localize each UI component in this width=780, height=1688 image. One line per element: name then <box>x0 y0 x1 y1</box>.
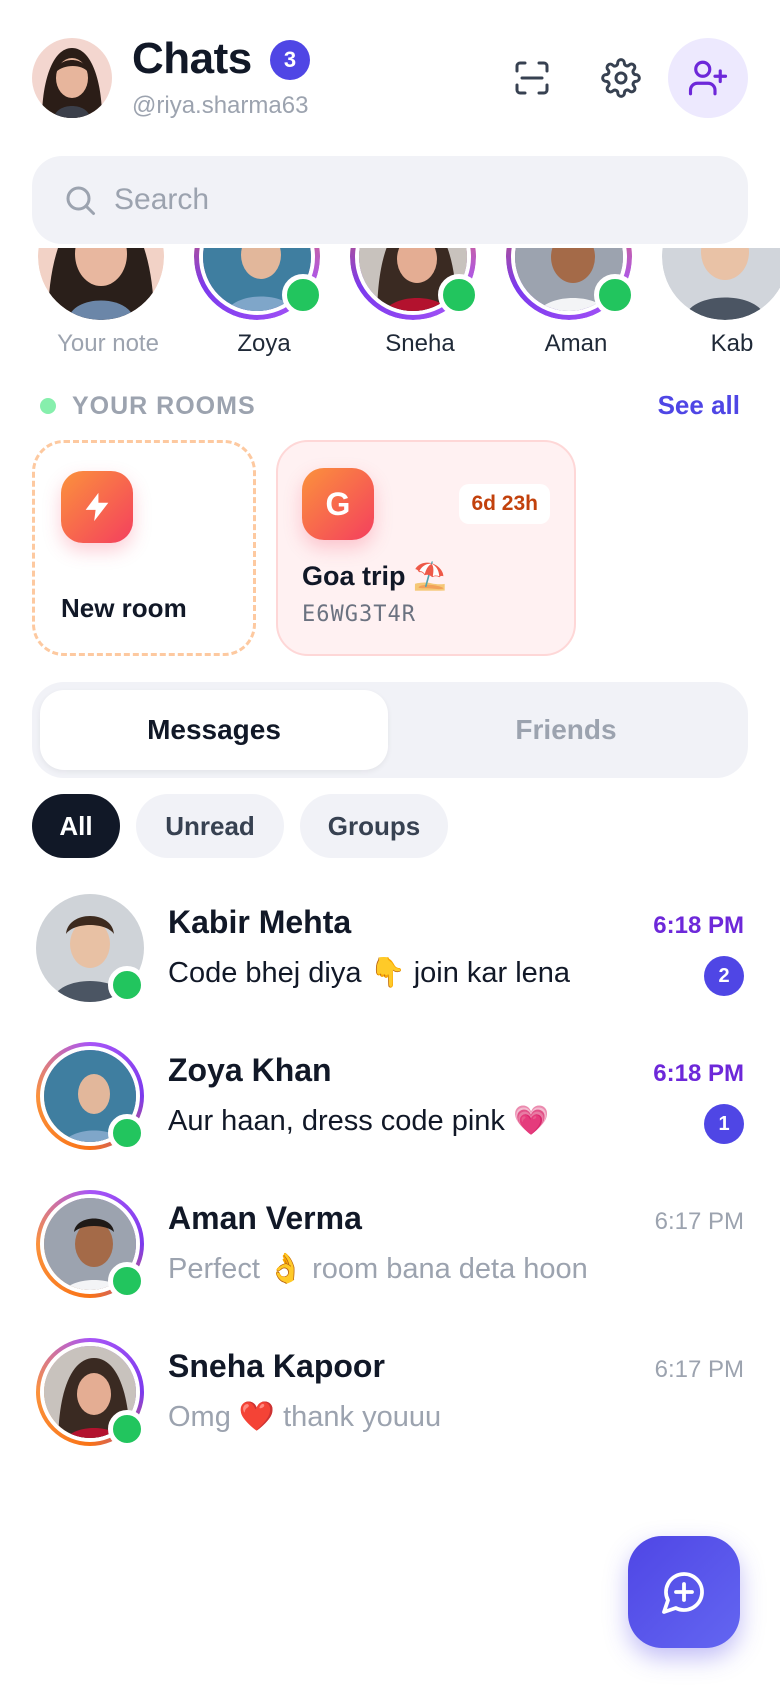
page-title: Chats <box>132 34 252 83</box>
story-label: Aman <box>544 330 608 357</box>
room-name: Goa trip ⛱️ <box>302 561 447 591</box>
chat-row[interactable]: Kabir Mehta Code bhej diya 👇 join kar le… <box>0 894 780 1024</box>
scan-icon <box>515 61 549 95</box>
new-chat-button[interactable] <box>628 1536 740 1648</box>
new-room-label: New room <box>61 593 187 623</box>
story-zoya[interactable]: Zoya <box>184 248 324 368</box>
chat-preview: Code bhej diya 👇 join kar lena <box>168 957 571 989</box>
story-aman[interactable]: Aman <box>496 248 636 368</box>
search-icon <box>66 186 95 215</box>
user-handle: @riya.sharma63 <box>132 92 309 119</box>
filter-unread[interactable]: Unread <box>136 794 284 858</box>
avatar-photo-icon <box>32 38 112 118</box>
stories-row: Your note Zoya Sneha Aman Kab <box>0 248 780 368</box>
unread-badge: 2 <box>704 956 744 996</box>
segmented-control: Messages Friends <box>32 682 748 778</box>
room-initial: G <box>302 468 374 540</box>
unread-badge: 1 <box>704 1104 744 1144</box>
chat-time: 6:17 PM <box>654 1208 744 1235</box>
add-friend-button[interactable] <box>668 38 748 118</box>
filter-all[interactable]: All <box>32 794 120 858</box>
message-plus-icon <box>662 1572 704 1614</box>
lightning-icon <box>85 492 109 522</box>
tab-friends[interactable]: Friends <box>392 690 740 770</box>
story-your-note[interactable]: Your note <box>28 248 168 368</box>
online-indicator <box>108 1262 146 1300</box>
online-indicator <box>108 1410 146 1448</box>
chat-time: 6:17 PM <box>654 1356 744 1383</box>
story-label: Kab <box>710 330 754 357</box>
search-bar[interactable] <box>32 156 748 244</box>
online-indicator <box>108 1114 146 1152</box>
unread-count-badge: 3 <box>270 40 310 80</box>
rooms-header: YOUR ROOMS See all <box>0 386 780 426</box>
rooms-title: YOUR ROOMS <box>72 392 256 420</box>
room-code: E6WG3T4R <box>302 602 416 627</box>
chat-time: 6:18 PM <box>653 1060 744 1087</box>
your-note-avatar-icon <box>38 248 164 320</box>
room-timer: 6d 23h <box>459 484 550 524</box>
online-indicator <box>438 274 480 316</box>
kabir-avatar-icon <box>662 248 780 320</box>
see-all-link[interactable]: See all <box>658 390 740 421</box>
online-indicator <box>108 966 146 1004</box>
chat-name: Kabir Mehta <box>168 904 352 940</box>
user-plus-icon <box>688 60 728 96</box>
story-label: Your note <box>57 330 159 357</box>
room-icon <box>61 471 133 543</box>
chat-time: 6:18 PM <box>653 912 744 939</box>
chat-preview: Omg ❤️ thank youuu <box>168 1401 442 1433</box>
chat-name: Zoya Khan <box>168 1052 332 1088</box>
scan-button[interactable] <box>492 38 572 118</box>
chat-row[interactable]: Zoya Khan Aur haan, dress code pink 💗 6:… <box>0 1042 780 1172</box>
story-kabir[interactable]: Kab <box>652 248 780 368</box>
chat-name: Aman Verma <box>168 1200 362 1236</box>
settings-button[interactable] <box>581 38 661 118</box>
online-indicator <box>594 274 636 316</box>
chat-name: Sneha Kapoor <box>168 1348 385 1384</box>
chat-row[interactable]: Sneha Kapoor Omg ❤️ thank youuu 6:17 PM <box>0 1338 780 1468</box>
room-card[interactable]: G 6d 23h Goa trip ⛱️ E6WG3T4R <box>276 440 576 656</box>
chat-row[interactable]: Aman Verma Perfect 👌 room bana deta hoon… <box>0 1190 780 1320</box>
header: Chats 3 @riya.sharma63 <box>0 0 780 150</box>
story-label: Sneha <box>385 330 455 357</box>
search-input[interactable] <box>114 156 714 244</box>
rooms-status-dot <box>40 398 56 414</box>
chat-preview: Perfect 👌 room bana deta hoon <box>168 1253 588 1285</box>
filter-groups[interactable]: Groups <box>300 794 448 858</box>
story-sneha[interactable]: Sneha <box>340 248 480 368</box>
story-label: Zoya <box>237 330 291 357</box>
profile-avatar[interactable] <box>32 38 112 118</box>
gear-icon <box>601 58 641 98</box>
online-indicator <box>282 274 324 316</box>
new-room-card[interactable]: New room <box>32 440 256 656</box>
chat-preview: Aur haan, dress code pink 💗 <box>168 1105 550 1137</box>
tab-messages[interactable]: Messages <box>40 690 388 770</box>
